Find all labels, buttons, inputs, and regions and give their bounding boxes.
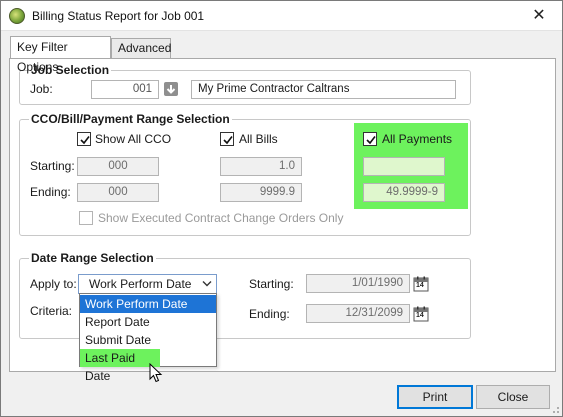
show-executed-label: Show Executed Contract Change Orders Onl… — [98, 211, 344, 225]
payment-end-field[interactable]: 49.9999-9 — [363, 183, 445, 202]
window-close-button[interactable]: ✕ — [522, 5, 556, 27]
payment-start-field[interactable] — [363, 157, 445, 176]
dropdown-option-submit-date[interactable]: Submit Date — [80, 331, 216, 349]
date-ending-label: Ending: — [249, 307, 290, 321]
date-start-field[interactable]: 1/01/1990 — [306, 274, 410, 293]
apply-to-label: Apply to: — [30, 277, 77, 291]
checkmark-icon — [223, 136, 233, 145]
app-icon — [9, 8, 25, 24]
job-label: Job: — [30, 82, 53, 96]
all-payments-label: All Payments — [382, 132, 453, 146]
criteria-label: Criteria: — [30, 304, 73, 318]
all-bills-checkbox[interactable] — [220, 132, 234, 146]
checkmark-icon — [80, 136, 90, 145]
job-number-field[interactable]: 001 — [91, 80, 159, 99]
date-range-title: Date Range Selection — [29, 251, 156, 265]
cco-end-field[interactable]: 000 — [77, 183, 159, 202]
print-button[interactable]: Print — [397, 385, 473, 409]
mouse-cursor-icon — [149, 363, 163, 383]
cco-start-field[interactable]: 000 — [77, 157, 159, 176]
job-name-field: My Prime Contractor Caltrans — [191, 80, 456, 99]
range-starting-label: Starting: — [30, 159, 75, 173]
apply-to-dropdown-list: Work Perform Date Report Date Submit Dat… — [79, 293, 217, 383]
arrow-down-icon — [166, 85, 176, 94]
bill-end-field[interactable]: 9999.9 — [220, 183, 302, 202]
chevron-down-icon — [202, 281, 212, 287]
tab-advanced[interactable]: Advanced — [111, 38, 171, 58]
date-starting-label: Starting: — [249, 277, 294, 291]
all-payments-checkbox[interactable] — [363, 132, 377, 146]
resize-grip-icon[interactable] — [550, 404, 560, 414]
show-executed-checkbox[interactable] — [79, 211, 93, 225]
title-bar: Billing Status Report for Job 001 ✕ — [1, 1, 562, 31]
close-button[interactable]: Close — [476, 385, 550, 409]
end-date-calendar-button[interactable]: 14 — [413, 306, 429, 322]
tab-key-filter-options[interactable]: Key Filter Options — [10, 36, 111, 74]
range-ending-label: Ending: — [30, 185, 71, 199]
apply-to-value: Work Perform Date — [89, 277, 192, 291]
range-selection-title: CCO/Bill/Payment Range Selection — [29, 112, 232, 126]
job-lookup-button[interactable] — [164, 82, 178, 96]
all-bills-label: All Bills — [239, 132, 278, 146]
start-date-calendar-button[interactable]: 14 — [413, 276, 429, 292]
calendar-day-text: 14 — [416, 282, 424, 289]
checkmark-icon — [366, 136, 376, 145]
window-title: Billing Status Report for Job 001 — [32, 9, 205, 23]
apply-to-select[interactable]: Work Perform Date — [78, 274, 217, 294]
show-all-cco-label: Show All CCO — [95, 132, 172, 146]
billing-status-window: Billing Status Report for Job 001 ✕ Key … — [0, 0, 563, 417]
dropdown-option-report-date[interactable]: Report Date — [80, 313, 216, 331]
calendar-day-text: 14 — [416, 312, 424, 319]
bill-start-field[interactable]: 1.0 — [220, 157, 302, 176]
show-all-cco-checkbox[interactable] — [77, 132, 91, 146]
dropdown-option-last-paid-date[interactable]: Last Paid Date — [80, 349, 160, 383]
date-end-field[interactable]: 12/31/2099 — [306, 304, 410, 323]
dropdown-option-work-perform-date[interactable]: Work Perform Date — [80, 295, 216, 313]
